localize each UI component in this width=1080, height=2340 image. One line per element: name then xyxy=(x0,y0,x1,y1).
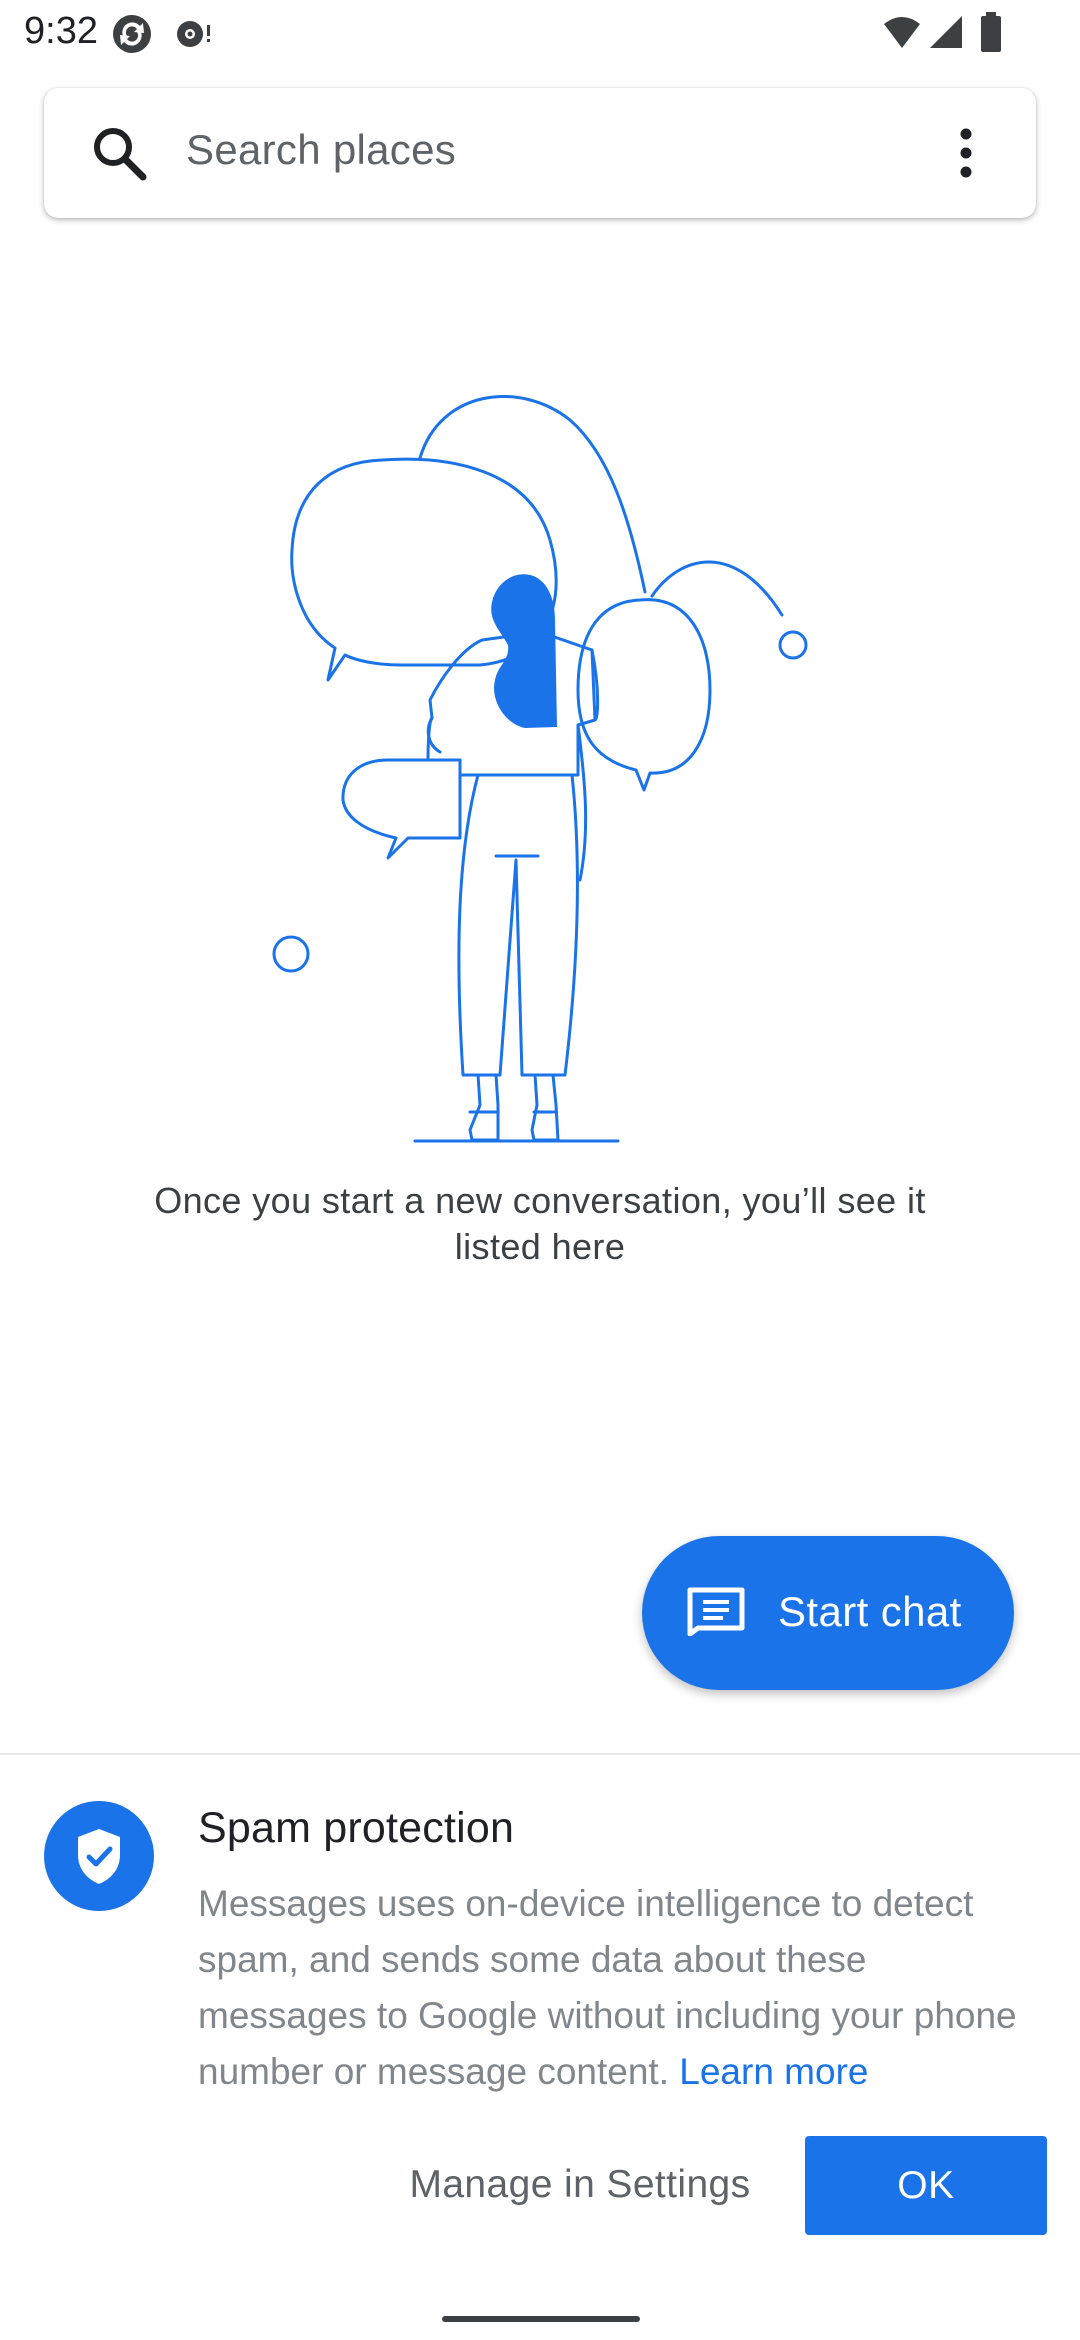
empty-state-message: Once you start a new conversation, you’l… xyxy=(154,1180,926,1267)
gesture-navigation-bar[interactable] xyxy=(442,2316,640,2322)
shield-check-icon xyxy=(78,1829,120,1884)
ok-button[interactable]: OK xyxy=(805,2136,1047,2235)
spam-protection-description: Messages uses on-device intelligence to … xyxy=(198,1883,1017,2092)
spam-protection-title: Spam protection xyxy=(198,1804,515,1852)
start-chat-label[interactable]: Start chat xyxy=(778,1588,962,1636)
chat-message-icon xyxy=(687,1587,745,1636)
manage-in-settings-button[interactable]: Manage in Settings xyxy=(380,2137,780,2233)
sheet-divider xyxy=(0,1753,1080,1755)
empty-conversations-illustration xyxy=(272,395,808,1143)
spam-protection-badge xyxy=(44,1801,154,1911)
learn-more-link[interactable]: Learn more xyxy=(679,2051,868,2092)
spam-protection-body: Messages uses on-device intelligence to … xyxy=(198,1876,1038,2100)
messages-screen: 9:32 Search places Once you start a new … xyxy=(0,0,1080,2340)
